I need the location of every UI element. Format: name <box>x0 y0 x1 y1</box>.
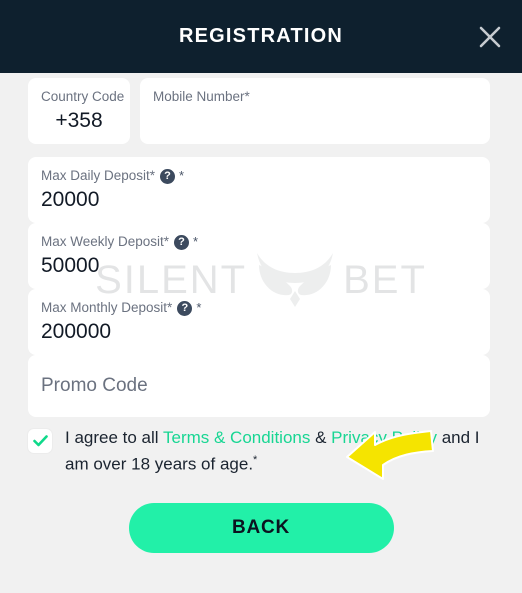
action-bar: BACK <box>0 502 522 553</box>
country-code-label: Country Code <box>41 89 125 104</box>
mobile-number-input[interactable] <box>153 107 477 134</box>
max-weekly-deposit-input[interactable]: 50000 <box>41 252 477 279</box>
max-monthly-deposit-input[interactable]: 200000 <box>41 318 477 345</box>
checkmark-icon <box>32 435 48 447</box>
privacy-policy-link[interactable]: Privacy Policy <box>331 428 437 447</box>
close-button[interactable] <box>472 19 508 55</box>
country-code-value: +358 <box>55 109 103 132</box>
mobile-number-field[interactable]: Mobile Number* <box>140 78 490 144</box>
question-mark-icon[interactable]: ? <box>177 300 193 316</box>
terms-agreement-row: I agree to all Terms & Conditions & Priv… <box>0 418 522 476</box>
terms-and-conditions-link[interactable]: Terms & Conditions <box>163 428 310 447</box>
promo-code-placeholder[interactable]: Promo Code <box>41 374 477 398</box>
page-title: REGISTRATION <box>178 25 344 47</box>
question-mark-icon[interactable]: ? <box>174 234 190 250</box>
max-monthly-deposit-field[interactable]: Max Monthly Deposit* ? * 200000 <box>28 289 490 355</box>
registration-form: SILENT BET Country Code +358 Mobile Numb… <box>0 73 522 480</box>
terms-checkbox[interactable] <box>28 429 52 453</box>
close-icon <box>479 26 501 47</box>
promo-code-field[interactable]: Promo Code <box>28 355 490 417</box>
terms-text: I agree to all Terms & Conditions & Priv… <box>65 426 490 476</box>
mobile-number-label: Mobile Number* <box>153 89 250 104</box>
max-weekly-deposit-field[interactable]: Max Weekly Deposit* ? * 50000 <box>28 223 490 289</box>
max-weekly-deposit-label: Max Weekly Deposit* ? * <box>41 234 199 250</box>
max-daily-deposit-field[interactable]: Max Daily Deposit* ? * 20000 <box>28 157 490 223</box>
max-daily-deposit-label: Max Daily Deposit* ? * <box>41 168 185 184</box>
terms-text-middle: & <box>310 428 332 447</box>
required-asterisk: * <box>193 234 199 249</box>
max-monthly-deposit-label: Max Monthly Deposit* ? * <box>41 300 202 316</box>
terms-required-asterisk: * <box>253 454 258 466</box>
required-asterisk: * <box>196 300 202 315</box>
country-code-field[interactable]: Country Code +358 <box>28 78 130 144</box>
required-asterisk: * <box>179 168 185 183</box>
phone-row: Country Code +358 Mobile Number* <box>28 78 490 144</box>
max-daily-deposit-input[interactable]: 20000 <box>41 186 477 213</box>
back-button[interactable]: BACK <box>128 502 394 553</box>
terms-text-before: I agree to all <box>65 428 163 447</box>
modal-header: REGISTRATION <box>0 0 522 73</box>
question-mark-icon[interactable]: ? <box>160 168 176 184</box>
